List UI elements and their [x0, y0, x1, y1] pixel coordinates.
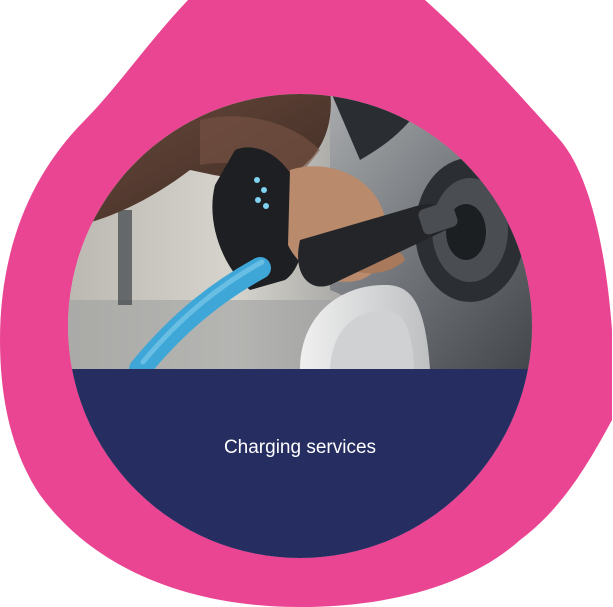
- charging-services-label[interactable]: Charging services: [160, 436, 440, 460]
- card-graphic: [0, 0, 612, 607]
